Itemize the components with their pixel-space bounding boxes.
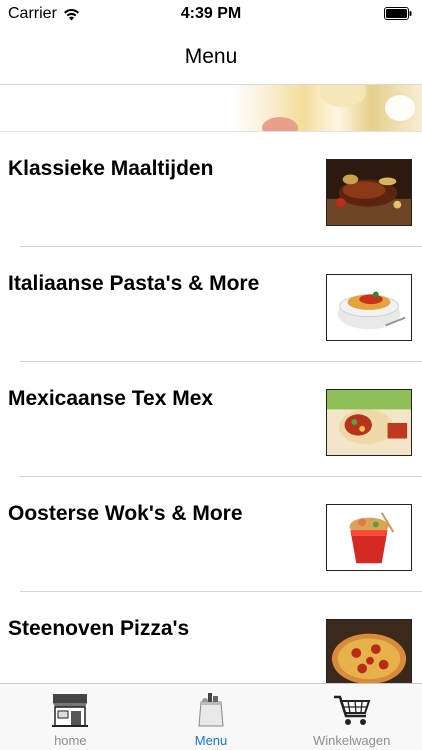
- tab-label: Winkelwagen: [313, 733, 391, 748]
- menu-item-oosterse-wok[interactable]: Oosterse Wok's & More: [8, 477, 422, 592]
- grilled-ribs-photo: [326, 159, 412, 226]
- tab-home[interactable]: home: [0, 684, 141, 750]
- menu-item-steenoven-pizza[interactable]: Steenoven Pizza's: [8, 592, 422, 684]
- navigation-bar: Menu: [0, 30, 422, 85]
- wok-box-photo: [326, 504, 412, 571]
- banner-food-detail: [385, 95, 415, 121]
- banner-food-detail: [320, 85, 366, 107]
- tab-label: home: [54, 733, 87, 748]
- tab-winkelwagen[interactable]: Winkelwagen: [281, 684, 422, 750]
- menu-item-label: Mexicaanse Tex Mex: [8, 387, 214, 410]
- tab-bar: home Menu Winkelwagen: [0, 683, 422, 750]
- page-title: Menu: [184, 45, 238, 68]
- header-banner-image: [0, 85, 422, 132]
- tab-label: Menu: [194, 733, 228, 748]
- banner-food-detail: [262, 117, 298, 131]
- tab-menu[interactable]: Menu: [141, 684, 282, 750]
- shopping-cart-icon: [333, 695, 371, 725]
- battery-icon: [384, 7, 412, 20]
- burrito-photo: [326, 389, 412, 456]
- menu-item-label: Oosterse Wok's & More: [8, 502, 243, 525]
- pasta-bowl-photo: [326, 274, 412, 341]
- status-time: 4:39 PM: [180, 5, 242, 22]
- pizza-photo: [326, 619, 412, 684]
- menu-item-italiaanse-pasta[interactable]: Italiaanse Pasta's & More: [8, 247, 422, 362]
- menu-category-list: Klassieke Maaltijden Italiaanse Pasta's …: [0, 132, 422, 684]
- app-screen: Carrier 4:39 PM Menu Klassieke Maaltijde…: [0, 0, 422, 750]
- menu-item-mexicaanse-tex-mex[interactable]: Mexicaanse Tex Mex: [8, 362, 422, 477]
- menu-item-label: Klassieke Maaltijden: [8, 157, 214, 180]
- status-bar: Carrier 4:39 PM: [0, 0, 422, 30]
- store-icon: [52, 694, 89, 727]
- menu-item-label: Italiaanse Pasta's & More: [8, 272, 260, 295]
- menu-item-label: Steenoven Pizza's: [8, 617, 190, 640]
- menu-item-klassieke-maaltijden[interactable]: Klassieke Maaltijden: [8, 132, 422, 247]
- grocery-bag-icon: [198, 693, 224, 727]
